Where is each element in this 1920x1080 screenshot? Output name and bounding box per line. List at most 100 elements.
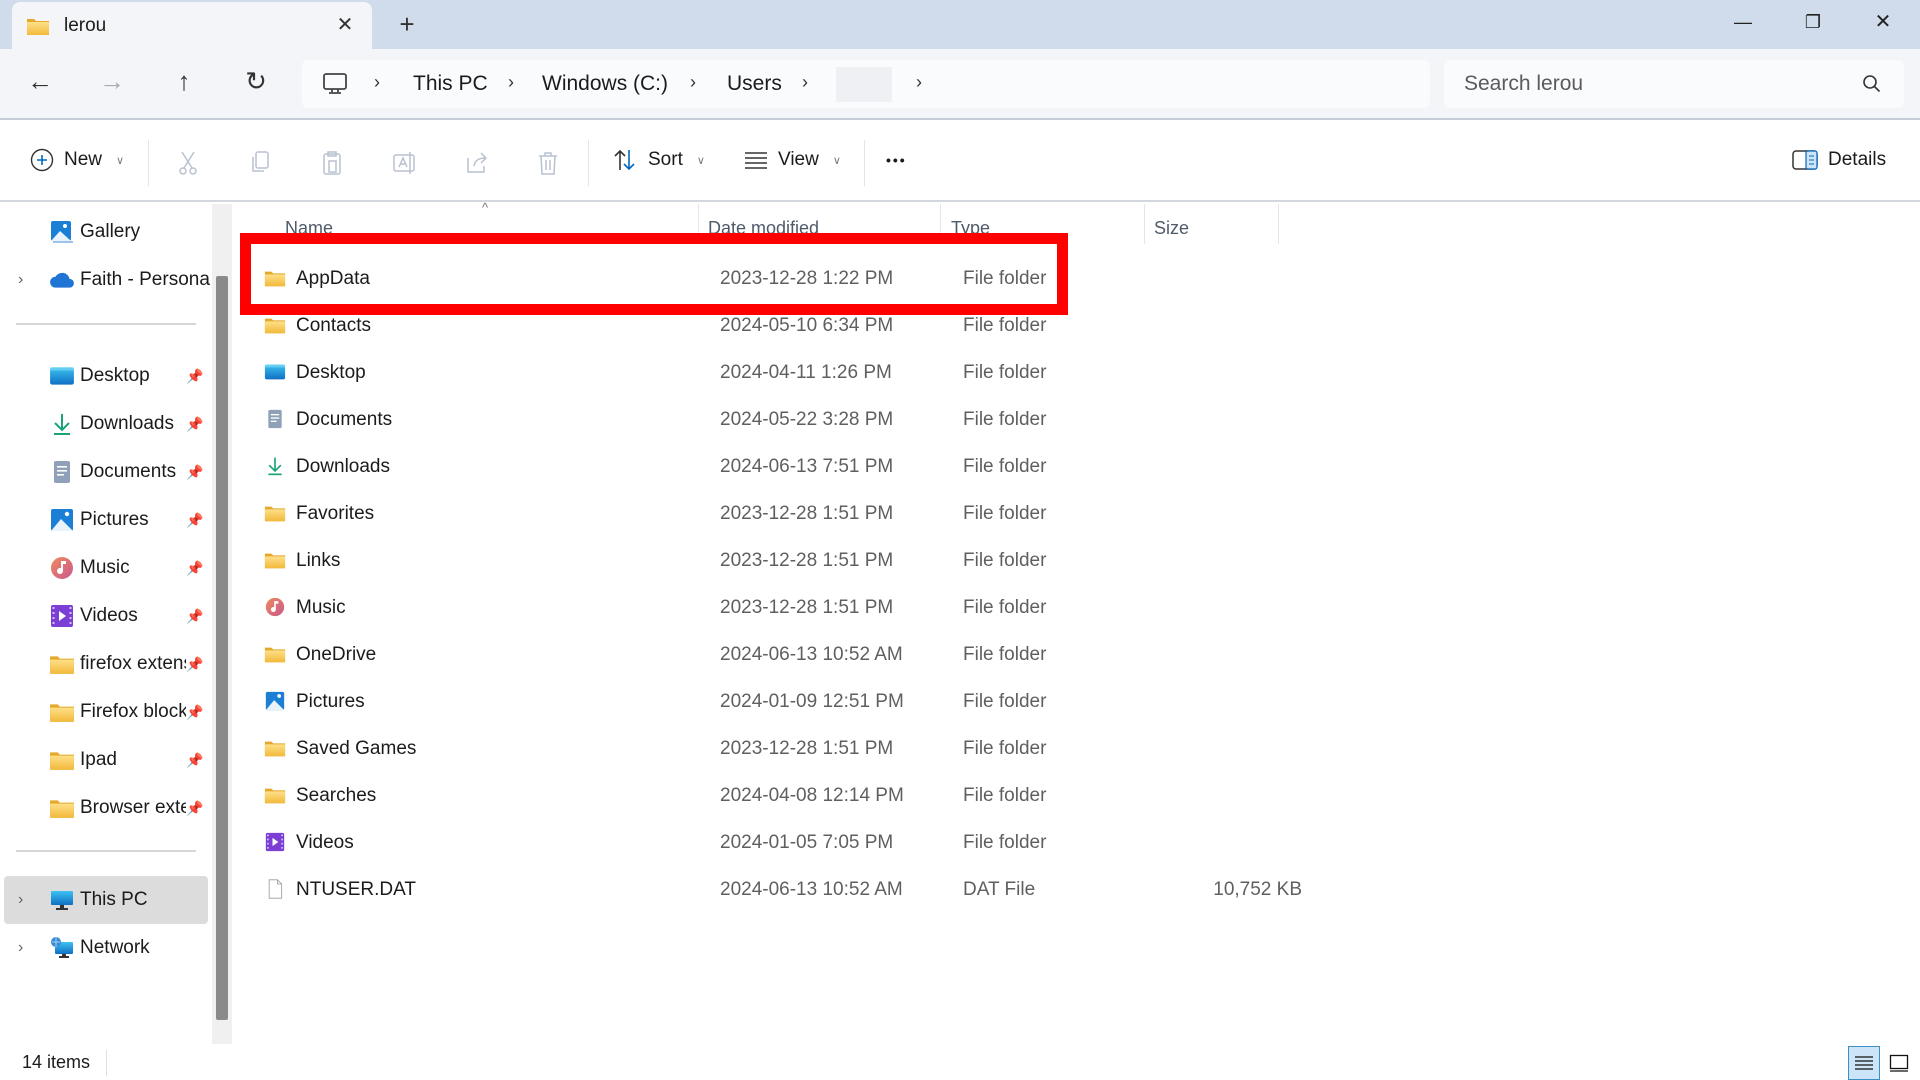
file-name: Favorites — [296, 503, 375, 524]
navigation-bar: ← → ↑ ↻ › This PC › Windows (C:) › Users… — [0, 49, 1920, 120]
address-bar[interactable]: › This PC › Windows (C:) › Users › › — [302, 60, 1430, 108]
paste-icon[interactable] — [320, 150, 344, 176]
column-header-type[interactable]: Type — [951, 218, 990, 239]
search-box[interactable] — [1444, 60, 1904, 108]
file-row-downloads[interactable]: Downloads 2024-06-13 7:51 PM File folder — [256, 444, 1310, 490]
pictures-icon — [264, 691, 286, 711]
pin-icon: 📌 — [186, 799, 204, 816]
file-date-modified: 2023-12-28 1:51 PM — [720, 597, 894, 618]
file-row-contacts[interactable]: Contacts 2024-05-10 6:34 PM File folder — [256, 303, 1310, 349]
sidebar-item-firefox-extens[interactable]: firefox extens 📌 — [0, 642, 208, 686]
breadcrumb-windows-c[interactable]: Windows (C:) — [542, 72, 668, 96]
minimize-button[interactable]: — — [1708, 0, 1778, 44]
file-type: File folder — [963, 409, 1047, 430]
documents-icon — [49, 460, 75, 484]
pin-icon: 📌 — [186, 607, 204, 624]
breadcrumb-separator[interactable]: › — [690, 72, 696, 93]
file-row-onedrive[interactable]: OneDrive 2024-06-13 10:52 AM File folder — [256, 632, 1310, 678]
sidebar-item-downloads[interactable]: Downloads 📌 — [0, 402, 208, 446]
breadcrumb-separator[interactable]: › — [508, 72, 514, 93]
new-button[interactable]: New ∨ — [30, 140, 124, 180]
column-divider[interactable] — [698, 204, 699, 244]
up-button[interactable]: ↑ — [164, 66, 204, 102]
file-row-desktop[interactable]: Desktop 2024-04-11 1:26 PM File folder — [256, 350, 1310, 396]
new-tab-button[interactable]: + — [392, 10, 422, 40]
file-date-modified: 2024-04-11 1:26 PM — [720, 362, 892, 383]
search-icon[interactable] — [1862, 74, 1882, 94]
folder-icon — [264, 550, 286, 570]
sidebar-item-this-pc[interactable]: › This PC — [4, 876, 208, 924]
refresh-button[interactable]: ↻ — [236, 66, 276, 102]
see-more-button[interactable]: ••• — [886, 140, 907, 180]
sidebar-item-ipad[interactable]: Ipad 📌 — [0, 738, 208, 782]
share-icon[interactable] — [464, 150, 490, 176]
restore-button[interactable]: ❐ — [1778, 0, 1848, 44]
breadcrumb-separator[interactable]: › — [916, 72, 922, 93]
breadcrumb-user-folder[interactable] — [836, 67, 892, 102]
sidebar-item-desktop[interactable]: Desktop 📌 — [0, 354, 208, 398]
cut-icon[interactable] — [176, 150, 200, 176]
pin-icon: 📌 — [186, 415, 204, 432]
videos-icon — [264, 832, 286, 852]
chevron-right-icon[interactable]: › — [18, 891, 23, 909]
close-tab-icon[interactable]: ✕ — [332, 12, 358, 38]
file-row-pictures[interactable]: Pictures 2024-01-09 12:51 PM File folder — [256, 679, 1310, 725]
view-label: View — [778, 149, 819, 170]
file-row-music[interactable]: Music 2023-12-28 1:51 PM File folder — [256, 585, 1310, 631]
column-divider[interactable] — [940, 204, 941, 244]
file-name: Desktop — [296, 362, 366, 383]
file-row-videos[interactable]: Videos 2024-01-05 7:05 PM File folder — [256, 820, 1310, 866]
file-row-ntuser-dat[interactable]: NTUSER.DAT 2024-06-13 10:52 AM DAT File 10,… — [256, 867, 1310, 913]
file-type: File folder — [963, 315, 1047, 336]
forward-button[interactable]: → — [92, 66, 132, 102]
search-input[interactable] — [1464, 70, 1844, 98]
column-header-name[interactable]: Name — [285, 218, 333, 239]
breadcrumb-separator[interactable]: › — [802, 72, 808, 93]
sidebar-item-videos[interactable]: Videos 📌 — [0, 594, 208, 638]
computer-icon — [49, 888, 75, 912]
column-header-date[interactable]: Date modified — [708, 218, 819, 239]
details-view-button[interactable] — [1848, 1046, 1880, 1080]
folder-icon — [264, 503, 286, 523]
sidebar-item-network[interactable]: › Network — [0, 926, 208, 970]
breadcrumb-users[interactable]: Users — [727, 72, 782, 96]
chevron-right-icon[interactable]: › — [18, 939, 23, 957]
sidebar-item-firefox-block[interactable]: Firefox block 📌 — [0, 690, 208, 734]
column-header-size[interactable]: Size — [1154, 218, 1189, 239]
file-row-favorites[interactable]: Favorites 2023-12-28 1:51 PM File folder — [256, 491, 1310, 537]
file-date-modified: 2023-12-28 1:51 PM — [720, 738, 894, 759]
copy-icon[interactable] — [248, 150, 272, 176]
sort-button[interactable]: Sort ∨ — [612, 140, 705, 180]
sort-label: Sort — [648, 149, 683, 170]
file-row-links[interactable]: Links 2023-12-28 1:51 PM File folder — [256, 538, 1310, 584]
close-window-button[interactable]: ✕ — [1848, 0, 1918, 44]
sidebar-item-documents[interactable]: Documents 📌 — [0, 450, 208, 494]
sidebar-scrollbar-thumb[interactable] — [216, 276, 228, 1020]
sidebar-item-pictures[interactable]: Pictures 📌 — [0, 498, 208, 542]
onedrive-cloud-icon — [49, 268, 75, 292]
file-date-modified: 2023-12-28 1:51 PM — [720, 503, 894, 524]
delete-icon[interactable] — [536, 150, 560, 176]
file-date-modified: 2024-01-09 12:51 PM — [720, 691, 904, 712]
details-pane-button[interactable]: Details — [1792, 140, 1886, 180]
file-row-documents[interactable]: Documents 2024-05-22 3:28 PM File folder — [256, 397, 1310, 443]
file-row-appdata[interactable]: AppData 2023-12-28 1:22 PM File folder — [256, 256, 1310, 302]
column-divider[interactable] — [1144, 204, 1145, 244]
large-icons-view-button[interactable] — [1884, 1048, 1914, 1078]
rename-icon[interactable] — [392, 150, 418, 176]
sidebar-item-gallery[interactable]: Gallery — [0, 210, 208, 254]
file-row-saved-games[interactable]: Saved Games 2023-12-28 1:51 PM File folder — [256, 726, 1310, 772]
column-divider[interactable] — [1278, 204, 1279, 244]
sidebar-item-music[interactable]: Music 📌 — [0, 546, 208, 590]
view-button[interactable]: View ∨ — [744, 140, 841, 180]
file-row-searches[interactable]: Searches 2024-04-08 12:14 PM File folder — [256, 773, 1310, 819]
chevron-right-icon[interactable]: › — [18, 271, 23, 289]
sidebar-item-browser-exter[interactable]: Browser exter 📌 — [0, 786, 208, 830]
file-date-modified: 2023-12-28 1:51 PM — [720, 550, 894, 571]
breadcrumb-separator[interactable]: › — [374, 72, 380, 93]
back-button[interactable]: ← — [20, 66, 60, 102]
breadcrumb-this-pc[interactable]: This PC — [413, 72, 488, 96]
divider — [864, 140, 865, 186]
tab-lerou[interactable]: lerou ✕ — [12, 2, 372, 50]
sidebar-item-onedrive[interactable]: › Faith - Personal — [0, 258, 210, 302]
